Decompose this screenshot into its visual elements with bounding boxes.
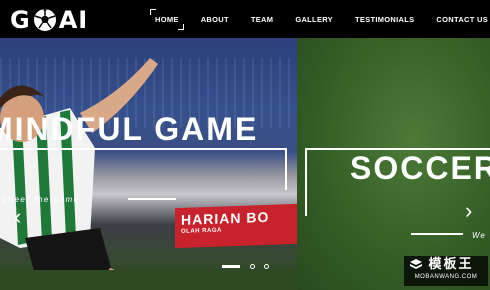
logo[interactable]: G AI (10, 6, 88, 34)
nav-home[interactable]: HOME (150, 8, 184, 30)
main-nav: HOME ABOUT TEAM GALLERY TESTIMONIALS CON… (150, 0, 488, 38)
pagination-dot[interactable] (250, 264, 255, 269)
nav-contact-us[interactable]: CONTACT US (436, 15, 488, 24)
nav-about[interactable]: ABOUT (201, 15, 229, 24)
slide-title-next: SOCCER (350, 150, 490, 186)
headline-frame-left (0, 148, 287, 190)
pagination-dot-active[interactable] (222, 265, 240, 268)
pagination-dot[interactable] (264, 264, 269, 269)
slide-subtitle: cheer the game (3, 195, 80, 204)
logo-text-left: G (10, 6, 31, 34)
subtitle-underline-next (411, 233, 463, 235)
nav-testimonials[interactable]: TESTIMONIALS (355, 15, 414, 24)
slide-subtitle-next: We (472, 231, 486, 240)
watermark: 模板王 MOBANWANG.COM (404, 256, 488, 286)
slide-title: MINDFUL GAME (0, 111, 259, 147)
watermark-sub: MOBANWANG.COM (414, 274, 478, 280)
logo-text-right: AI (58, 6, 89, 34)
soccer-ball-icon (33, 9, 56, 31)
subtitle-underline (128, 198, 176, 200)
top-navbar: G AI HOME ABOUT TEAM GALLERY TESTIMONIAL… (0, 0, 490, 38)
chevron-left-icon[interactable]: ‹ (14, 206, 21, 228)
nav-team[interactable]: TEAM (251, 15, 273, 24)
nav-gallery[interactable]: GALLERY (295, 15, 333, 24)
chevron-right-icon[interactable]: › (465, 200, 472, 222)
watermark-logo-icon (410, 259, 422, 269)
slider-pagination (222, 264, 278, 269)
